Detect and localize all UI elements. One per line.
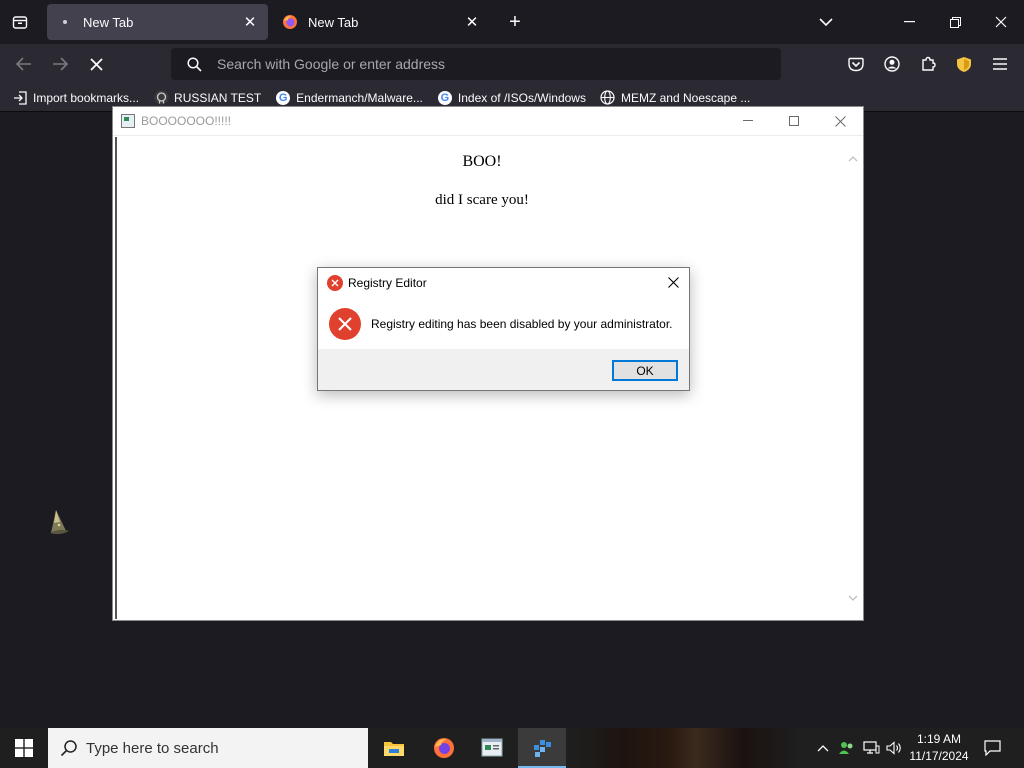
network-icon[interactable] <box>860 728 882 768</box>
scare-text: did I scare you! <box>435 192 529 208</box>
hta-maximize-icon[interactable] <box>771 107 817 135</box>
blank-page-icon <box>57 14 73 30</box>
google-glyph: G <box>276 90 291 105</box>
stop-loading-icon[interactable] <box>82 50 110 78</box>
clock-date: 11/17/2024 <box>909 749 969 763</box>
taskbar-search-placeholder: Type here to search <box>86 739 219 757</box>
tab-close-icon[interactable]: ✕ <box>238 10 262 34</box>
new-tab-plus-icon[interactable]: + <box>503 10 527 34</box>
taskbar: Type here to search 1:19 AM 11/17/2024 <box>0 728 1024 768</box>
registry-editor-taskbar-icon[interactable] <box>518 728 566 768</box>
list-all-tabs-chevron-icon[interactable] <box>814 10 838 34</box>
people-tray-icon[interactable] <box>836 728 858 768</box>
forward-arrow-icon[interactable] <box>46 50 74 78</box>
hta-minimize-icon[interactable] <box>725 107 771 135</box>
account-icon[interactable] <box>878 50 906 78</box>
tab-bar: New Tab ✕ New Tab ✕ + <box>0 0 1024 44</box>
globe-icon <box>600 90 616 106</box>
action-center-icon[interactable] <box>978 728 1006 768</box>
tab-close-icon[interactable]: ✕ <box>460 10 484 34</box>
bookmark-label: Import bookmarks... <box>33 90 140 105</box>
vertical-scrollbar[interactable] <box>844 137 861 619</box>
bookmark-label: RUSSIAN TEST <box>174 90 262 105</box>
bookmark-label: Endermanch/Malware... <box>296 90 423 105</box>
error-icon <box>329 307 361 340</box>
ok-button[interactable]: OK <box>612 360 678 381</box>
back-arrow-icon[interactable] <box>10 50 38 78</box>
wallpaper-peek <box>566 728 802 768</box>
google-glyph: G <box>437 90 452 105</box>
registry-editor-dialog: Registry Editor Registry editing has bee… <box>317 267 690 391</box>
file-explorer-icon[interactable] <box>370 728 418 768</box>
address-input[interactable] <box>217 56 757 72</box>
google-icon: G <box>275 90 291 106</box>
hta-window-title: BOOOOOOO!!!!! <box>141 114 232 128</box>
firefox-view-icon[interactable] <box>8 10 32 34</box>
taskbar-search-icon <box>60 739 78 757</box>
dialog-title: Registry Editor <box>348 275 427 290</box>
hta-titlebar[interactable]: BOOOOOOO!!!!! <box>113 107 863 136</box>
restore-icon[interactable] <box>932 0 978 44</box>
dialog-titlebar[interactable]: Registry Editor <box>318 268 689 297</box>
extensions-puzzle-icon[interactable] <box>914 50 942 78</box>
hta-taskbar-icon[interactable] <box>468 728 516 768</box>
hamburger-menu-icon[interactable] <box>986 50 1014 78</box>
github-icon <box>153 90 169 106</box>
search-icon <box>179 56 209 72</box>
navigation-toolbar <box>0 44 1024 84</box>
minimize-icon[interactable] <box>886 0 932 44</box>
windows-start-icon[interactable] <box>0 728 48 768</box>
dialog-body: Registry editing has been disabled by yo… <box>318 297 689 350</box>
show-hidden-icons-chevron-icon[interactable] <box>813 728 833 768</box>
firefox-logo-icon <box>282 14 298 30</box>
scroll-up-chevron-icon[interactable] <box>844 150 861 167</box>
bookmark-label: MEMZ and Noescape ... <box>620 90 751 105</box>
firefox-taskbar-icon[interactable] <box>420 728 468 768</box>
pocket-icon[interactable] <box>842 50 870 78</box>
dialog-message: Registry editing has been disabled by yo… <box>371 316 673 331</box>
tab-label: New Tab <box>308 14 359 30</box>
bookmark-label: Index of /ISOs/Windows <box>457 90 586 105</box>
scroll-down-chevron-icon[interactable] <box>844 589 861 606</box>
google-icon: G <box>437 90 453 106</box>
tab-new-tab[interactable]: New Tab ✕ <box>272 4 490 40</box>
error-small-icon <box>327 274 343 291</box>
import-icon <box>12 90 28 106</box>
tab-new-tab-active[interactable]: New Tab ✕ <box>47 4 268 40</box>
hta-app-icon <box>121 114 135 128</box>
system-clock[interactable]: 1:19 AM 11/17/2024 <box>902 731 976 765</box>
dialog-footer: OK <box>318 349 689 390</box>
hta-close-icon[interactable] <box>817 107 863 135</box>
taskbar-search-box[interactable]: Type here to search <box>48 728 368 768</box>
tab-label: New Tab <box>83 14 134 30</box>
clock-time: 1:19 AM <box>916 732 962 746</box>
address-bar[interactable] <box>171 48 781 80</box>
wizard-hat-icon <box>48 507 72 539</box>
dialog-close-icon[interactable] <box>657 269 689 297</box>
ublock-shield-icon[interactable] <box>950 50 978 78</box>
boo-heading: BOO! <box>462 153 502 170</box>
window-close-icon[interactable] <box>978 0 1024 44</box>
